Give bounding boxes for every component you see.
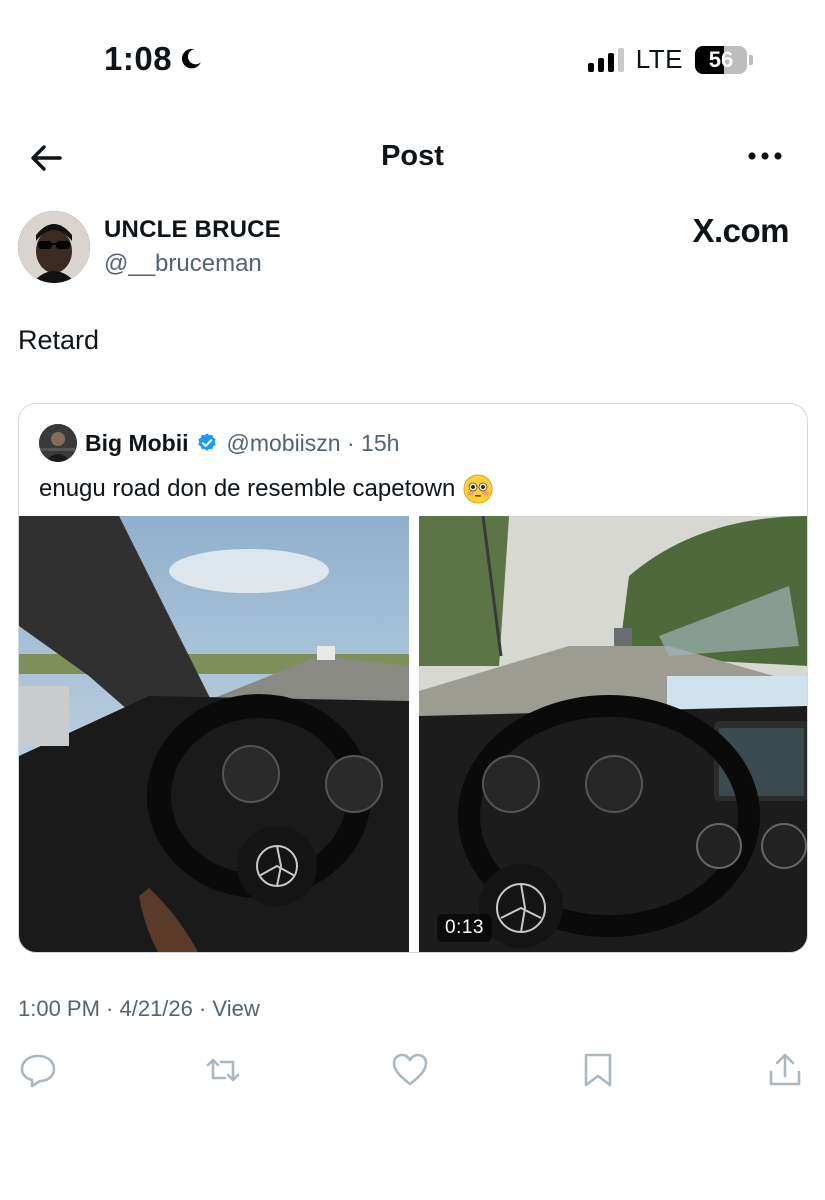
xcom-watermark: X.com [692,212,789,249]
post-author[interactable]: UNCLE BRUCE @__bruceman [18,210,281,284]
page-title: Post [381,140,444,172]
battery-icon: 56 [695,45,747,74]
reply-icon [20,1054,56,1088]
quoted-avatar-image [39,424,77,462]
handle[interactable]: @__bruceman [104,250,281,278]
battery-percent: 56 [708,46,734,72]
network-label: LTE [635,44,683,74]
like-icon [392,1053,428,1086]
status-bar: 1:08 LTE 56 [0,0,825,120]
status-time: 1:08 [104,40,204,78]
top-nav: Post [0,128,825,188]
quoted-post[interactable]: Big Mobii @mobiiszn · 15h enugu road don… [18,403,808,953]
video-duration: 0:13 [437,914,492,942]
post-text: Retard [18,325,100,355]
status-time-label: 1:08 [104,40,173,77]
more-icon [748,152,782,160]
post-timestamp[interactable]: 1:00 PM · 4/21/26 · View [18,996,260,1022]
signal-icon [587,47,624,72]
share-button[interactable] [765,1050,805,1090]
bookmark-icon [584,1053,612,1087]
moon-icon [181,48,201,69]
quoted-text-row: enugu road don de resemble capetown [39,474,493,504]
status-indicators: LTE 56 [587,44,753,75]
action-bar [0,1050,825,1094]
flushed-face-icon [463,474,493,504]
media-video-2[interactable]: 0:13 [419,516,807,952]
quoted-handle-time: @mobiiszn · 15h [226,429,400,456]
media-photo-1[interactable] [19,516,409,952]
avatar[interactable] [18,211,90,283]
verified-badge-icon [198,433,217,451]
quoted-display-name[interactable]: Big Mobii [85,430,188,457]
repost-icon [206,1058,240,1082]
car-interior-image-1 [19,516,409,952]
quoted-text: enugu road don de resemble capetown [39,475,456,502]
media-grid: 0:13 [19,516,807,952]
avatar-image [18,211,90,283]
more-button[interactable] [745,146,785,166]
share-icon [769,1053,801,1086]
quoted-post-header: Big Mobii @mobiiszn · 15h [39,424,399,462]
like-button[interactable] [390,1050,430,1090]
bookmark-button[interactable] [578,1050,618,1090]
reply-button[interactable] [18,1050,58,1090]
quoted-avatar[interactable] [39,424,77,462]
car-interior-image-2 [419,516,807,952]
author-meta: UNCLE BRUCE @__bruceman [104,216,281,278]
battery-nub [749,54,753,65]
repost-button[interactable] [203,1050,243,1090]
display-name[interactable]: UNCLE BRUCE [104,216,281,244]
